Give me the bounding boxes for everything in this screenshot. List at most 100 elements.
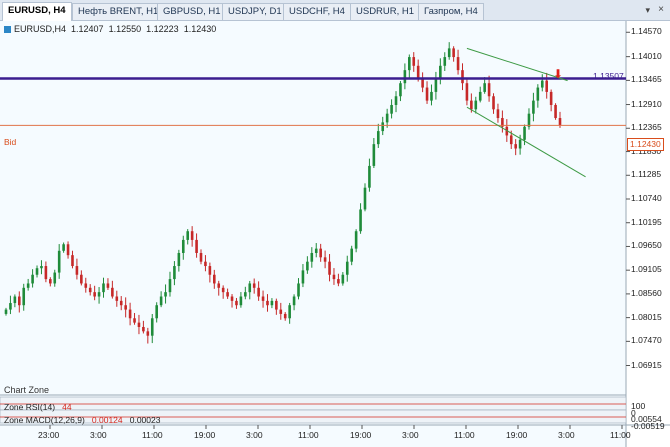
price-tick-label: 1.08015 [631,311,662,322]
candle-body [62,244,65,251]
price-tick-label: 1.06915 [631,359,662,370]
time-tick-label: 11:00 [454,430,475,440]
candle-body [492,96,495,110]
candle-body [22,287,26,306]
time-tick-label: 3:00 [402,430,419,440]
candle-body [540,80,544,88]
candle-body [270,300,274,306]
price-tick-label: 1.13465 [631,74,662,85]
candle-body [368,165,371,188]
candle-body [226,292,229,297]
candle-body [461,70,464,84]
info-high: 1.12550 [108,24,142,34]
tab-usdrur-h1[interactable]: USDRUR, H1 [350,3,421,20]
time-tick-label: 11:00 [610,430,631,440]
chevron-down-icon[interactable]: ▾ [645,5,650,16]
time-tick-label: 19:00 [194,430,216,440]
rsi-pane [0,396,627,411]
candle-body [190,231,194,240]
candle-body [168,279,172,293]
chart-info-line: EURUSD,H4 1.12407 1.12550 1.12223 1.1243… [4,24,216,34]
time-tick-label: 3:00 [558,430,575,440]
time-tick-label: 3:00 [246,430,263,440]
candle-body [328,261,331,275]
candle-body [306,261,309,271]
candle-body [93,292,96,297]
candle-body [416,65,420,79]
candle-body [248,283,252,293]
time-tick-label: 11:00 [298,430,319,440]
candle-body [208,266,212,275]
candle-body [275,300,278,310]
candle-body [261,296,265,301]
candle-body [173,266,176,280]
candle-body [150,318,154,336]
rsi-zone-label: Zone [4,402,24,412]
close-icon[interactable]: × [658,4,664,15]
candle-body [372,144,376,166]
tab-brent-h1[interactable]: Нефть BRENT, H1 [72,3,165,20]
tab-usdjpy-d1[interactable]: USDJPY, D1 [222,3,288,20]
candle-body [443,57,447,66]
candle-body [297,283,300,297]
price-tick-label: 1.09650 [631,240,662,251]
candle-body [363,187,367,210]
time-tick-label: 19:00 [506,430,528,440]
macd-zone-label: Zone [4,415,24,425]
bid-price-tag: 1.12430 [627,138,664,151]
candle-body [115,296,119,301]
candle-body [399,83,402,97]
candle-body [337,279,340,284]
candle-body [430,91,433,101]
candle-body [314,248,318,253]
candle-body [217,283,221,288]
candle-body [244,292,247,297]
chart-zone-label: Chart Zone [4,385,50,395]
tab-eurusd-h4[interactable]: EURUSD, H4 [2,2,72,21]
candle-body [26,283,30,288]
tab-usdchf-h4[interactable]: USDCHF, H4 [283,3,351,20]
info-symbol: EURUSD,H4 [14,24,67,34]
candle-body [354,231,358,249]
price-tick-label: 1.14570 [631,26,662,37]
candle-body [88,287,92,293]
candle-body [390,104,393,114]
candle-body [554,104,557,119]
candle-body [133,318,136,323]
time-tick-label: 23:00 [38,430,60,440]
tab-gbpusd-h1[interactable]: GBPUSD, H1 [157,3,227,20]
rsi-indicator-label: Zone RSI(14) 44 [4,402,72,412]
candle-body [310,252,314,262]
candle-body [421,78,424,88]
candle-body [518,139,522,149]
candle-body [213,274,216,284]
candle-body [35,268,39,275]
down-arrow-icon[interactable]: ⬇ [553,67,563,81]
chart-window[interactable]: EURUSD,H4 1.12407 1.12550 1.12223 1.1243… [0,21,670,447]
candle-body [509,135,513,145]
price-axis-background [626,21,670,447]
symbol-color-icon [4,26,11,33]
candle-body [40,266,43,269]
price-chart[interactable] [0,21,670,447]
price-tick-label: 1.10740 [631,193,662,203]
time-tick-label: 3:00 [90,430,107,440]
candle-body [97,292,101,297]
tab-gazprom-h4[interactable]: Газпром, H4 [418,3,484,20]
candle-body [266,300,269,306]
candle-body [452,48,455,58]
price-tick-label: 1.12910 [631,98,662,109]
candle-body [474,100,478,110]
candle-body [204,261,207,267]
candle-body [478,91,482,101]
candle-body [487,83,491,97]
candle-body [239,296,243,306]
candle-body [514,144,517,149]
candle-body [447,48,451,58]
candle-body [301,270,305,284]
candle-body [75,266,79,275]
candle-body [221,287,225,293]
candle-body [288,305,291,319]
candle-body [470,100,473,110]
rsi-value: 44 [62,402,72,412]
